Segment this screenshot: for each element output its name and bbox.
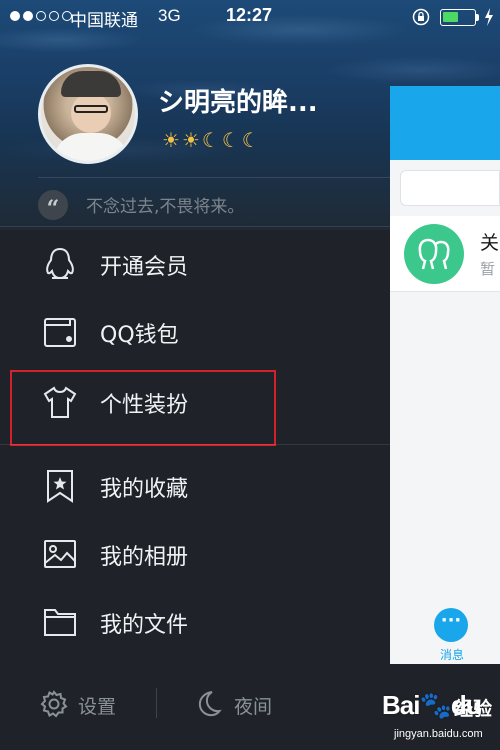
- settings-button[interactable]: 设置: [78, 692, 116, 719]
- battery-icon: [440, 9, 476, 26]
- moon-icon[interactable]: [196, 690, 222, 718]
- moon-icon: ☾: [241, 128, 260, 152]
- photo-icon: [44, 540, 76, 568]
- menu-item-wallet[interactable]: QQ钱包: [0, 302, 390, 362]
- wallet-icon: [44, 318, 76, 347]
- sun-icon: ☀: [181, 128, 200, 152]
- avatar: [404, 224, 464, 284]
- signal-strength-icon: [10, 11, 72, 21]
- highlight-box: [10, 370, 276, 446]
- battery-tip: [476, 14, 479, 21]
- menu-label: 我的收藏: [100, 477, 189, 502]
- personal-signature[interactable]: 不念过去,不畏将来。: [86, 192, 244, 217]
- watermark-url: jingyan.baidu.com: [394, 728, 483, 740]
- menu-item-files[interactable]: 我的文件: [0, 592, 390, 652]
- rotation-lock-icon: [412, 8, 430, 26]
- search-input[interactable]: [400, 170, 500, 206]
- bookmark-star-icon: [47, 470, 73, 503]
- divider: [156, 688, 157, 718]
- avatar[interactable]: [38, 64, 138, 164]
- divider: [0, 226, 390, 227]
- conversation-title: 关: [480, 232, 500, 254]
- battery-level: [443, 12, 458, 22]
- username[interactable]: シ明亮的眸...: [158, 82, 318, 119]
- conversation-preview: 暂: [480, 260, 496, 278]
- menu-label: 我的相册: [100, 545, 189, 570]
- main-panel-peek[interactable]: 关 暂 ··· 消息: [390, 86, 500, 664]
- menu-item-favorites[interactable]: 我的收藏: [0, 456, 390, 516]
- menu-item-album[interactable]: 我的相册: [0, 524, 390, 584]
- folder-icon: [44, 609, 76, 636]
- sun-icon: ☀: [162, 128, 180, 152]
- moon-icon: ☾: [201, 128, 220, 152]
- penguin-icon: [46, 247, 74, 280]
- group-icon: [418, 238, 450, 270]
- list-item[interactable]: 关 暂: [390, 216, 500, 292]
- watermark-brand: 经验: [454, 698, 493, 720]
- night-mode-button[interactable]: 夜间: [234, 692, 272, 719]
- menu-label: 我的文件: [100, 613, 189, 638]
- menu-item-vip[interactable]: 开通会员: [0, 234, 390, 294]
- drawer-bottom-bar: 设置 夜间: [0, 668, 390, 738]
- divider: [38, 177, 390, 178]
- quote-icon: “: [38, 190, 68, 222]
- menu-label: 开通会员: [100, 255, 189, 280]
- messages-tab-icon[interactable]: ···: [434, 608, 468, 642]
- carrier-name: 中国联通: [70, 11, 138, 30]
- baidu-jingyan-watermark: Bai🐾du 经验 jingyan.baidu.com: [378, 690, 500, 750]
- qq-level-badges[interactable]: ☀ ☀ ☾ ☾ ☾: [162, 128, 260, 152]
- charging-icon: [485, 8, 493, 26]
- peek-header: [390, 86, 500, 160]
- menu-label: QQ钱包: [100, 323, 179, 348]
- tab-messages[interactable]: 消息: [440, 646, 464, 663]
- status-time: 12:27: [226, 5, 273, 25]
- divider: [0, 444, 390, 445]
- network-type: 3G: [158, 6, 181, 25]
- status-bar: 中国联通 3G 12:27: [0, 0, 500, 34]
- moon-icon: ☾: [221, 128, 240, 152]
- gear-icon[interactable]: [40, 690, 68, 718]
